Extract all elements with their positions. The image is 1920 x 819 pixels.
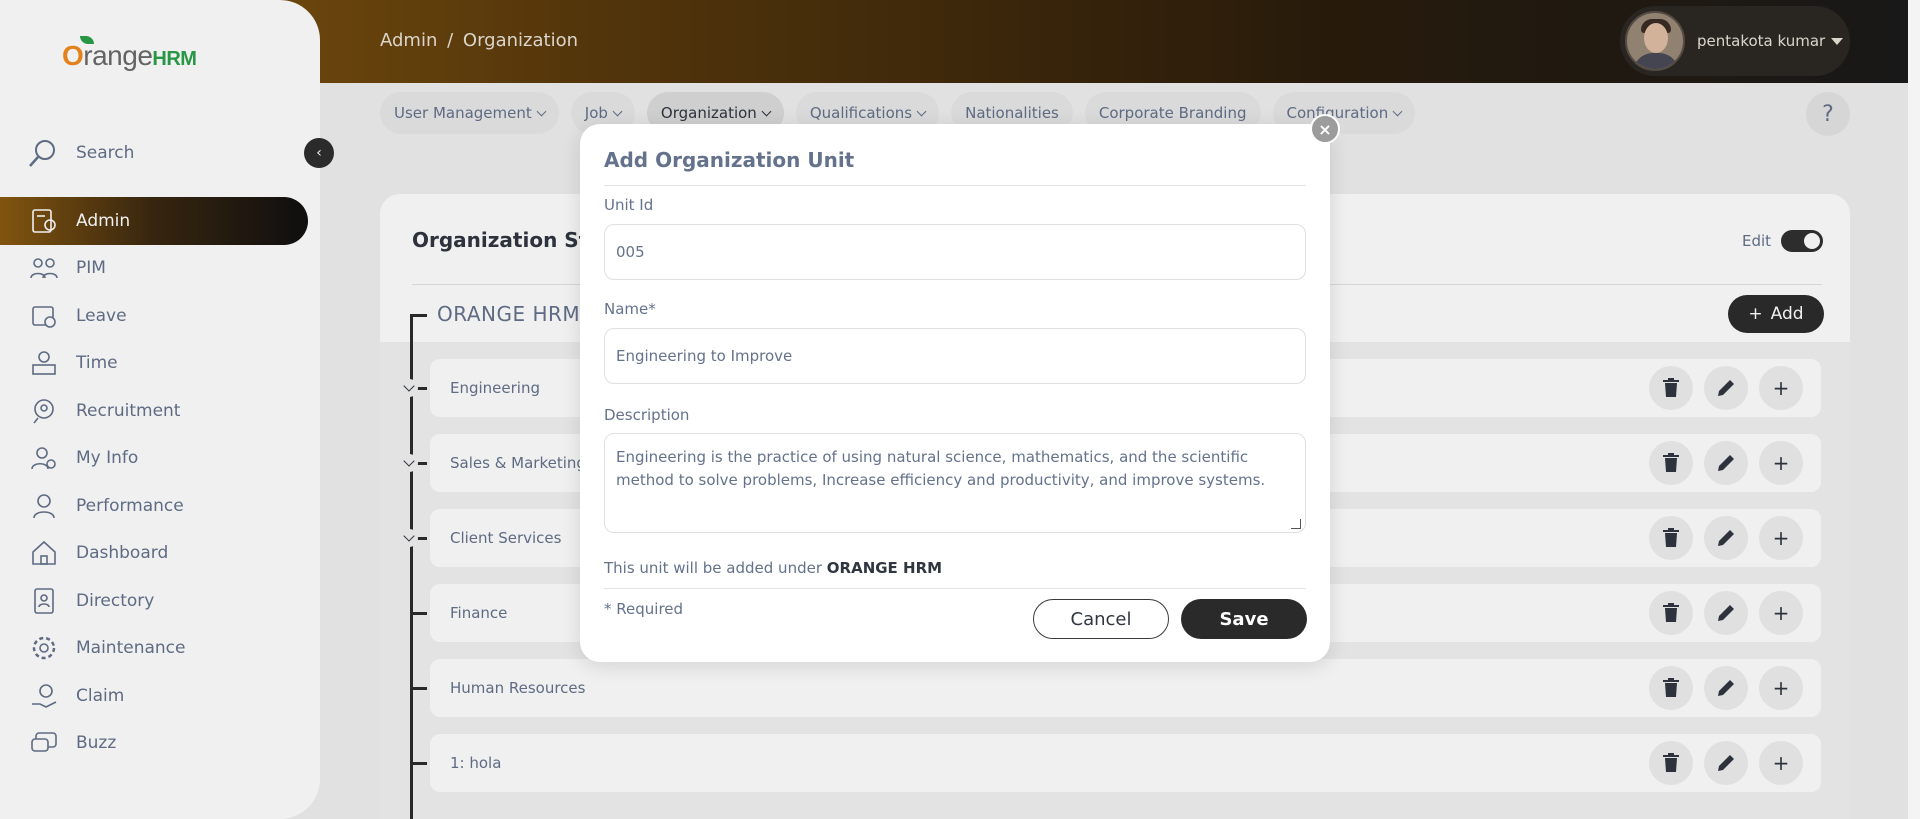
unit-id-label: Unit Id <box>604 196 654 214</box>
parent-unit-note: This unit will be added under ORANGE HRM <box>604 559 942 577</box>
unit-note-text: This unit will be added under <box>604 559 822 577</box>
divider <box>604 185 1306 186</box>
unit-id-input[interactable] <box>604 224 1306 280</box>
name-input[interactable] <box>604 328 1306 384</box>
save-button[interactable]: Save <box>1181 599 1307 639</box>
page-scrollbar[interactable] <box>1908 0 1920 819</box>
parent-unit-name: ORANGE HRM <box>826 559 943 577</box>
divider <box>604 588 1306 589</box>
description-textarea[interactable]: Engineering is the practice of using nat… <box>604 433 1306 533</box>
resize-handle-icon[interactable] <box>1291 519 1301 529</box>
dialog-title: Add Organization Unit <box>604 148 855 172</box>
required-note: * Required <box>604 600 684 618</box>
cancel-button[interactable]: Cancel <box>1033 599 1169 639</box>
close-dialog-button[interactable]: × <box>1310 114 1340 144</box>
add-organization-unit-dialog: Add Organization Unit Unit Id Name* Desc… <box>580 124 1330 662</box>
name-label: Name* <box>604 300 656 318</box>
close-icon: × <box>1318 119 1332 139</box>
description-label: Description <box>604 406 690 424</box>
